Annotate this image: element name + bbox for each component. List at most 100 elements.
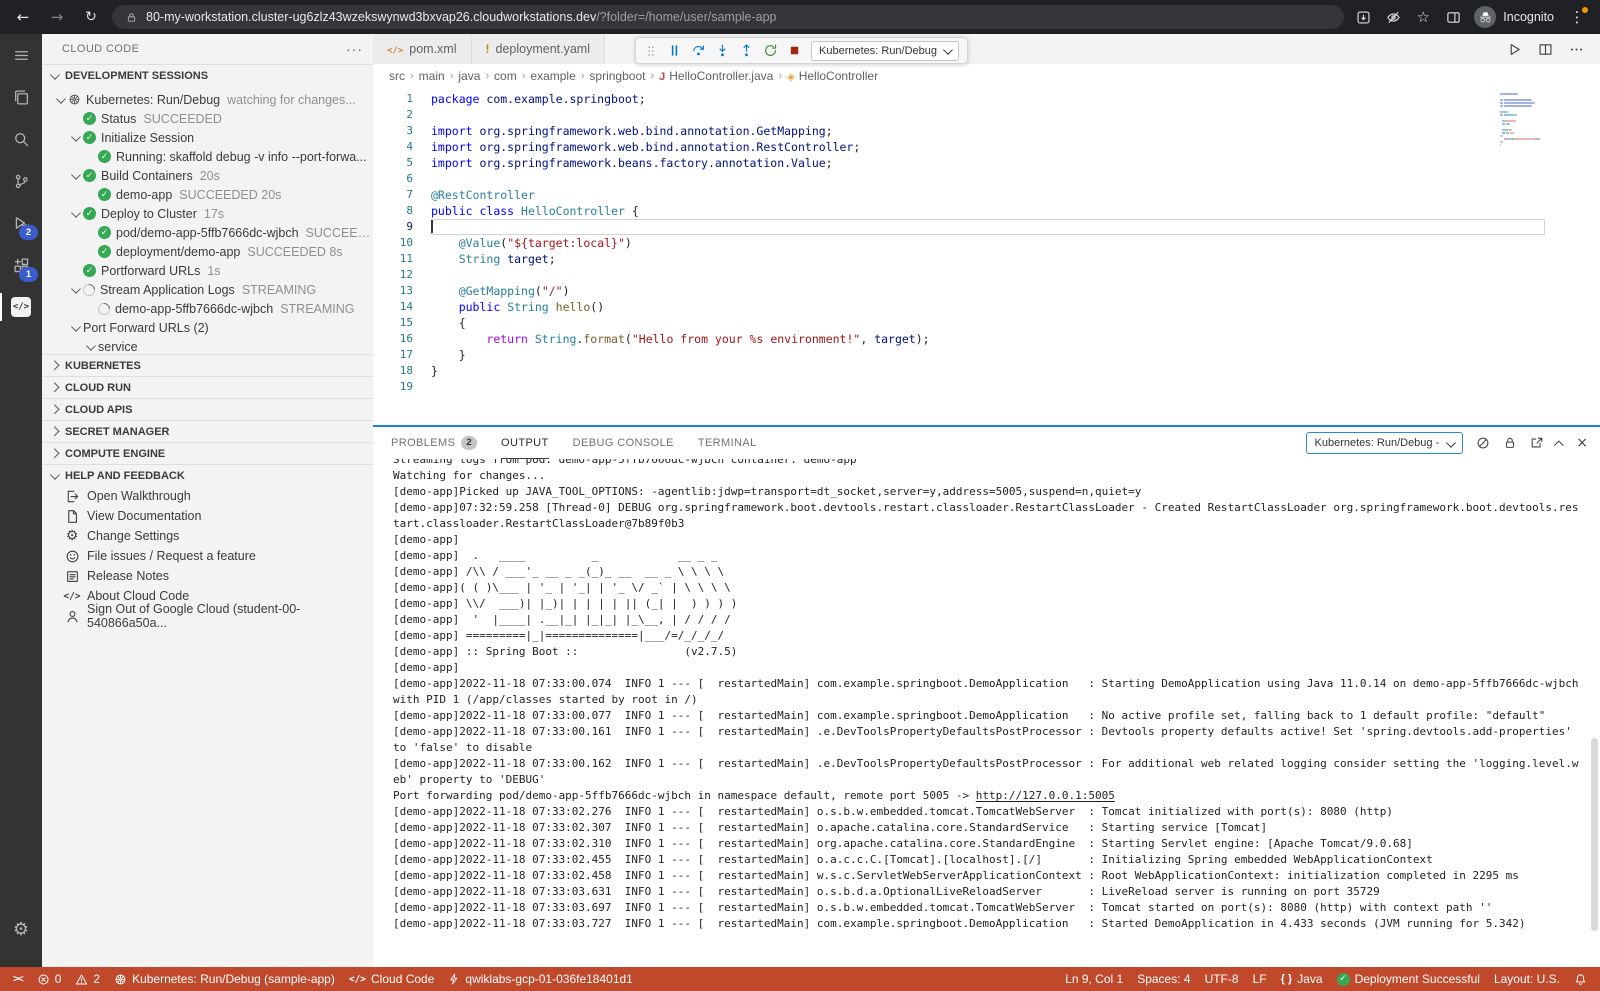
- tree-item-stream-application-logs[interactable]: Stream Application LogsSTREAMING: [42, 280, 373, 299]
- run-button[interactable]: [1507, 42, 1522, 57]
- tree-item-kubernetes-run-debug[interactable]: Kubernetes: Run/Debugwatching for change…: [42, 90, 373, 109]
- panel-tab-terminal[interactable]: TERMINAL: [698, 427, 757, 459]
- activity-cloud-code-button[interactable]: </>: [0, 286, 42, 328]
- help-item-sign-out-of-google-cloud-student-00-540866[interactable]: Sign Out of Google Cloud (student-00-540…: [42, 606, 373, 626]
- tree-item-demo-app[interactable]: ✓demo-appSUCCEEDED 20s: [42, 185, 373, 204]
- line-number: 9: [373, 219, 413, 235]
- section-cloud-run[interactable]: CLOUD RUN: [42, 376, 373, 398]
- section-compute-engine[interactable]: COMPUTE ENGINE: [42, 442, 373, 464]
- tree-item-status[interactable]: ✓StatusSUCCEEDED: [42, 109, 373, 128]
- status-eol[interactable]: LF: [1246, 967, 1274, 991]
- code-line-11: 11 String target;: [373, 251, 1545, 267]
- status-problems-warnings[interactable]: 2: [68, 967, 107, 991]
- close-panel-button[interactable]: ×: [1576, 434, 1588, 452]
- section-kubernetes[interactable]: KUBERNETES: [42, 354, 373, 376]
- status-cursor-position[interactable]: Ln 9, Col 1: [1058, 967, 1130, 991]
- section-secret-manager[interactable]: SECRET MANAGER: [42, 420, 373, 442]
- activity-run-and-debug-button[interactable]: 2: [0, 202, 42, 244]
- lock-scroll-button[interactable]: [1503, 436, 1517, 450]
- breadcrumb-springboot[interactable]: springboot: [589, 69, 645, 83]
- status-cloud-code[interactable]: </>Cloud Code: [342, 967, 442, 991]
- panel-tab-output[interactable]: OUTPUT: [501, 427, 549, 459]
- minimap[interactable]: [1500, 93, 1590, 150]
- panel-tab-debug-console[interactable]: DEBUG CONSOLE: [573, 427, 674, 459]
- log-line: [demo-app]2022-11-18 07:33:00.074 INFO 1…: [393, 676, 1584, 708]
- step-over-button[interactable]: [691, 43, 706, 58]
- activity-source-control-button[interactable]: [0, 160, 42, 202]
- open-log-file-button[interactable]: [1530, 436, 1544, 450]
- status-problems-errors[interactable]: 0: [30, 967, 69, 991]
- panel-scrollbar[interactable]: [1591, 738, 1598, 931]
- maximize-panel-button[interactable]: [1557, 434, 1564, 452]
- install-app-icon[interactable]: [1352, 6, 1374, 28]
- status-keyboard-layout[interactable]: Layout: U.S.: [1487, 967, 1567, 991]
- status-encoding[interactable]: UTF-8: [1198, 967, 1246, 991]
- breadcrumb-src[interactable]: src: [389, 69, 405, 83]
- status-deployment-status[interactable]: ✓Deployment Successful: [1330, 967, 1487, 991]
- address-bar[interactable]: 80-my-workstation.cluster-ug6zlz43wzeksw…: [112, 5, 1344, 29]
- help-item-file-issues-request-a-feature[interactable]: File issues / Request a feature: [42, 546, 373, 566]
- status-remote-indicator[interactable]: ><: [6, 967, 30, 991]
- tracking-protection-icon[interactable]: [1382, 6, 1404, 28]
- activity-search-button[interactable]: [0, 118, 42, 160]
- section-cloud-apis[interactable]: CLOUD APIS: [42, 398, 373, 420]
- tree-item-service[interactable]: service: [42, 337, 373, 354]
- status-indentation[interactable]: Spaces: 4: [1130, 967, 1197, 991]
- section-help-and-feedback[interactable]: HELP AND FEEDBACK: [42, 464, 373, 486]
- breadcrumb-hellocontroller[interactable]: ◈HelloController: [787, 69, 878, 83]
- maximize-icon: [1557, 434, 1564, 452]
- tree-item-running-skaffold-debug-v-info-port-forwa[interactable]: ✓Running: skaffold debug -v info --port-…: [42, 147, 373, 166]
- panel-tab-problems[interactable]: PROBLEMS2: [391, 427, 477, 459]
- tree-item-initialize-session[interactable]: ✓Initialize Session: [42, 128, 373, 147]
- tree-item-build-containers[interactable]: ✓Build Containers20s: [42, 166, 373, 185]
- output-log[interactable]: Streaming logs from pod: demo-app-5ffb76…: [373, 459, 1600, 967]
- tree-item-demo-app-5ffb7666dc-wjbch[interactable]: demo-app-5ffb7666dc-wjbchSTREAMING: [42, 299, 373, 318]
- status-language[interactable]: { }Java: [1274, 967, 1330, 991]
- tree-item-deployment-demo-app[interactable]: ✓deployment/demo-appSUCCEEDED 8s: [42, 242, 373, 261]
- activity-explorer-button[interactable]: [0, 76, 42, 118]
- tree-item-portforward-urls[interactable]: ✓Portforward URLs1s: [42, 261, 373, 280]
- breadcrumb-main[interactable]: main: [419, 69, 445, 83]
- reload-button[interactable]: ↻: [78, 4, 104, 30]
- code-editor[interactable]: 1package com.example.springboot;23import…: [373, 87, 1600, 425]
- debug-config-select[interactable]: Kubernetes: Run/Debug: [811, 41, 959, 61]
- status-debug-session[interactable]: Kubernetes: Run/Debug (sample-app): [107, 967, 342, 991]
- breadcrumb-example[interactable]: example: [530, 69, 575, 83]
- tree-item-port-forward-urls-2[interactable]: Port Forward URLs (2): [42, 318, 373, 337]
- more-actions-icon[interactable]: ···: [346, 41, 363, 57]
- drag-handle[interactable]: [644, 44, 658, 58]
- back-button[interactable]: ←: [10, 4, 36, 30]
- breadcrumb-com[interactable]: com: [494, 69, 517, 83]
- section-development-sessions[interactable]: DEVELOPMENT SESSIONS: [42, 64, 373, 86]
- help-item-open-walkthrough[interactable]: Open Walkthrough: [42, 486, 373, 506]
- pause-button[interactable]: [667, 43, 682, 58]
- tree-item-deploy-to-cluster[interactable]: ✓Deploy to Cluster17s: [42, 204, 373, 223]
- help-item-view-documentation[interactable]: View Documentation: [42, 506, 373, 526]
- step-into-button[interactable]: [715, 43, 730, 58]
- status-gcp-project[interactable]: qwiklabs-gcp-01-036fe18401d1: [441, 967, 639, 991]
- more-editor-actions-button[interactable]: [1569, 42, 1584, 57]
- activity-menu-button[interactable]: [0, 34, 42, 76]
- split-editor-button[interactable]: [1538, 42, 1553, 57]
- bookmark-star-icon[interactable]: ☆: [1412, 6, 1434, 28]
- output-channel-select[interactable]: Kubernetes: Run/Debug -: [1306, 432, 1463, 454]
- status-notifications[interactable]: [1567, 967, 1594, 991]
- editor-tab-pom-xml[interactable]: </>pom.xml: [373, 34, 472, 64]
- browser-menu-button[interactable]: ⋮: [1564, 4, 1590, 30]
- restart-button[interactable]: [763, 43, 778, 58]
- clear-output-button[interactable]: [1476, 436, 1490, 450]
- editor-tab-deployment-yaml[interactable]: !deployment.yaml: [472, 34, 606, 64]
- port-forward-link[interactable]: http://127.0.0.1:5005: [976, 789, 1115, 802]
- help-item-release-notes[interactable]: Release Notes: [42, 566, 373, 586]
- breadcrumb-hellocontroller-java[interactable]: JHelloController.java: [659, 69, 773, 83]
- help-item-change-settings[interactable]: ⚙Change Settings: [42, 526, 373, 546]
- activity-settings-button[interactable]: ⚙: [0, 909, 42, 951]
- side-panel-icon[interactable]: [1442, 6, 1464, 28]
- stop-button[interactable]: [787, 43, 802, 58]
- step-out-button[interactable]: [739, 43, 754, 58]
- tree-item-pod-demo-app-5ffb7666dc-wjbch[interactable]: ✓pod/demo-app-5ffb7666dc-wjbchSUCCEED...: [42, 223, 373, 242]
- log-line: [demo-app]2022-11-18 07:33:00.161 INFO 1…: [393, 724, 1584, 756]
- activity-extensions-button[interactable]: 1: [0, 244, 42, 286]
- breadcrumb-java[interactable]: java: [458, 69, 480, 83]
- forward-button[interactable]: →: [44, 4, 70, 30]
